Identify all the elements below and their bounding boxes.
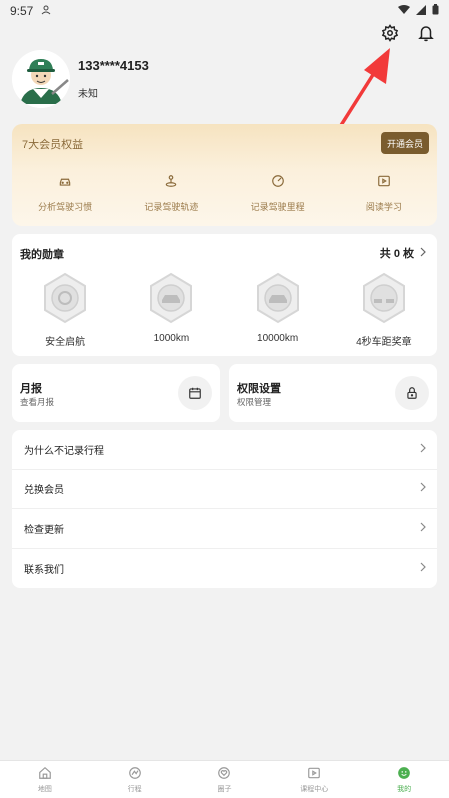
- tab-mine[interactable]: 我的: [359, 761, 449, 798]
- menu-item-redeem-vip[interactable]: 兑换会员: [12, 470, 437, 509]
- monthly-report-card[interactable]: 月报 查看月报: [12, 364, 220, 422]
- tab-label: 地图: [37, 785, 52, 793]
- chevron-right-icon: [420, 562, 427, 575]
- gender-label: 未知: [78, 89, 98, 100]
- vip-benefit-reading[interactable]: 阅读学习: [331, 174, 437, 213]
- medal-badge-icon: [360, 272, 408, 329]
- permission-settings-card[interactable]: 权限设置 权限管理: [229, 364, 437, 422]
- avatar[interactable]: [12, 50, 70, 108]
- menu-item-check-update[interactable]: 检查更新: [12, 509, 437, 549]
- medals-card[interactable]: 我的勋章 共 0 枚 安全启航 1000km 10000km 4秒车距奖章: [12, 234, 437, 356]
- medal-name: 10000km: [257, 333, 299, 344]
- tab-label: 圈子: [217, 785, 232, 793]
- settings-gear-icon[interactable]: [379, 22, 401, 44]
- top-toolbar: [379, 22, 437, 44]
- menu-item-why-no-record[interactable]: 为什么不记录行程: [12, 430, 437, 470]
- car-icon: [58, 174, 72, 193]
- status-time: 9:57: [10, 4, 34, 18]
- menu-item-label: 为什么不记录行程: [24, 445, 104, 457]
- vip-benefit-analyze-habits[interactable]: 分析驾驶习惯: [12, 174, 118, 213]
- vip-benefit-label: 阅读学习: [365, 202, 402, 212]
- menu-item-label: 检查更新: [24, 524, 64, 536]
- heart-icon: [217, 766, 231, 782]
- medals-count[interactable]: 共 0 枚: [380, 245, 427, 261]
- vip-benefit-label: 记录驾驶里程: [250, 202, 305, 212]
- signal-icon: [416, 4, 426, 18]
- tab-label: 课程中心: [300, 785, 329, 793]
- vip-benefit-record-route[interactable]: 记录驾驶轨迹: [118, 174, 224, 213]
- smile-icon: [397, 766, 411, 782]
- trips-icon: [128, 766, 142, 782]
- medal-name: 4秒车距奖章: [356, 337, 412, 348]
- tab-label: 行程: [127, 785, 142, 793]
- menu-item-label: 联系我们: [24, 564, 64, 576]
- monthly-report-subtitle: 查看月报: [20, 397, 55, 407]
- user-profile[interactable]: 133****4153 未知: [12, 50, 149, 108]
- vip-benefits-card[interactable]: 7大会员权益 开通会员 分析驾驶习惯 记录驾驶轨迹 记录驾驶里程 阅读学习: [12, 124, 437, 226]
- tab-circle[interactable]: 圈子: [180, 761, 270, 798]
- vip-benefit-label: 分析驾驶习惯: [38, 202, 93, 212]
- permission-settings-title: 权限设置: [237, 383, 281, 395]
- medal-safe-start[interactable]: 安全启航: [12, 272, 118, 348]
- medal-badge-icon: [41, 272, 89, 329]
- medal-1000km[interactable]: 1000km: [118, 272, 224, 348]
- chevron-right-icon: [420, 522, 427, 535]
- monthly-report-title: 月报: [20, 383, 42, 395]
- medal-badge-icon: [254, 272, 302, 329]
- menu-item-contact-us[interactable]: 联系我们: [12, 549, 437, 589]
- speedometer-icon: [271, 174, 285, 193]
- medal-name: 安全启航: [45, 337, 86, 348]
- route-icon: [164, 174, 178, 193]
- open-vip-button[interactable]: 开通会员: [380, 132, 429, 154]
- notification-bell-icon[interactable]: [415, 22, 437, 44]
- medals-title: 我的勋章: [20, 249, 64, 261]
- phone-number: 133****4153: [78, 58, 149, 73]
- medal-4s-distance[interactable]: 4秒车距奖章: [331, 272, 437, 348]
- lock-icon: [395, 376, 429, 410]
- vip-benefit-label: 记录驾驶轨迹: [144, 202, 199, 212]
- chevron-right-icon: [420, 443, 427, 456]
- tab-course-center[interactable]: 课程中心: [269, 761, 359, 798]
- status-bar: 9:57: [0, 0, 449, 22]
- play-icon: [377, 174, 391, 193]
- medals-count-text: 共 0 枚: [379, 248, 414, 260]
- medal-name: 1000km: [153, 333, 190, 344]
- tab-trips[interactable]: 行程: [90, 761, 180, 798]
- chevron-right-icon: [420, 247, 427, 260]
- vip-benefit-record-mileage[interactable]: 记录驾驶里程: [225, 174, 331, 213]
- chevron-right-icon: [420, 482, 427, 495]
- battery-icon: [432, 4, 439, 18]
- medal-badge-icon: [147, 272, 195, 329]
- permission-settings-subtitle: 权限管理: [237, 397, 272, 407]
- calendar-icon: [178, 376, 212, 410]
- tab-map[interactable]: 地图: [0, 761, 90, 798]
- tab-label: 我的: [397, 785, 412, 793]
- menu-item-label: 兑换会员: [24, 485, 64, 497]
- home-icon: [38, 766, 52, 782]
- video-icon: [307, 766, 321, 782]
- bottom-tab-bar: 地图 行程 圈子 课程中心 我的: [0, 760, 449, 798]
- vip-title: 7大会员权益: [22, 139, 84, 151]
- medal-10000km[interactable]: 10000km: [225, 272, 331, 348]
- profile-status-icon: [41, 4, 51, 18]
- wifi-icon: [398, 4, 410, 18]
- settings-menu-list: 为什么不记录行程 兑换会员 检查更新 联系我们: [12, 430, 437, 588]
